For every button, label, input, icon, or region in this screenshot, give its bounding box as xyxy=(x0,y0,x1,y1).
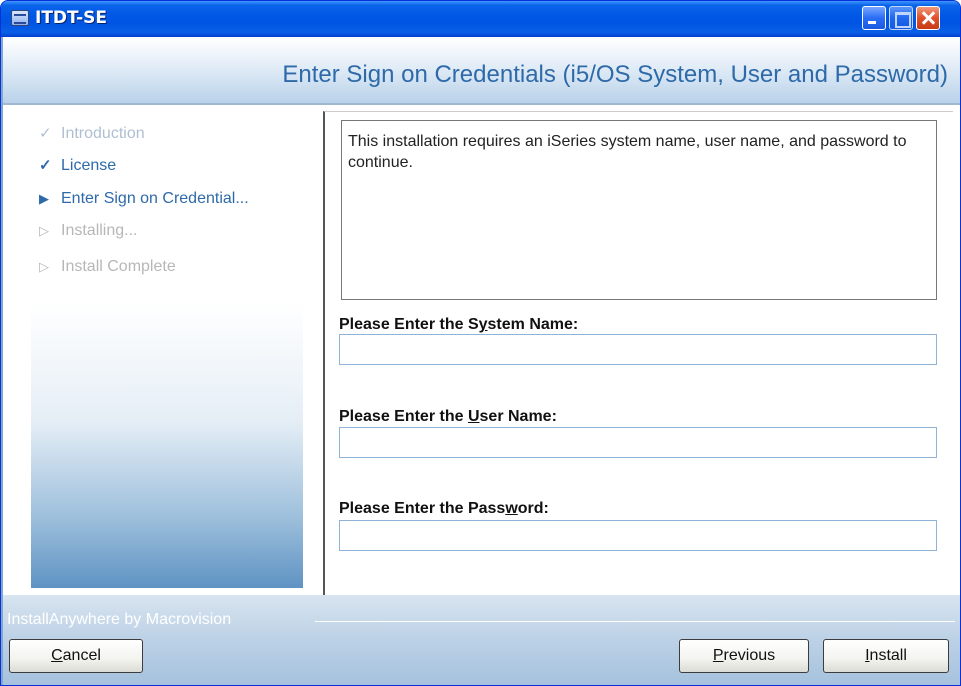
step-enter-sign-on-credentials: ▶ Enter Sign on Credential... xyxy=(39,190,249,212)
button-label: ancel xyxy=(62,647,101,664)
system-name-input[interactable] xyxy=(339,334,937,365)
step-label: Installing... xyxy=(61,222,138,239)
footer: InstallAnywhere by Macrovision Cancel Pr… xyxy=(3,595,960,685)
label-text: Please Enter the Pass xyxy=(339,500,506,517)
user-name-label: Please Enter the User Name: xyxy=(339,408,557,426)
label-text: stem Name: xyxy=(487,316,579,333)
button-label: revious xyxy=(723,647,776,664)
user-name-input[interactable] xyxy=(339,427,937,458)
step-label: Enter Sign on Credential... xyxy=(61,190,249,207)
app-icon xyxy=(11,10,29,26)
arrow-right-outline-icon: ▷ xyxy=(39,259,49,274)
mnemonic: C xyxy=(51,647,63,664)
info-text-box: This installation requires an iSeries sy… xyxy=(341,120,937,300)
header-band: Enter Sign on Credentials (i5/OS System,… xyxy=(3,37,960,103)
previous-button[interactable]: Previous xyxy=(679,639,809,673)
step-install-complete: ▷ Install Complete xyxy=(39,258,176,280)
system-name-label: Please Enter the System Name: xyxy=(339,316,578,334)
label-text: Please Enter the xyxy=(339,408,468,425)
close-button[interactable] xyxy=(916,6,940,30)
step-installing: ▷ Installing... xyxy=(39,222,137,244)
arrow-right-icon: ▶ xyxy=(39,191,49,206)
content-panel: This installation requires an iSeries sy… xyxy=(323,111,953,595)
label-text: ord: xyxy=(517,500,549,517)
installer-window: ITDT-SE Enter Sign on Credentials (i5/OS… xyxy=(0,0,961,686)
label-mnemonic: w xyxy=(505,500,518,517)
minimize-button[interactable] xyxy=(862,6,886,30)
page-title: Enter Sign on Credentials (i5/OS System,… xyxy=(282,61,948,88)
arrow-right-outline-icon: ▷ xyxy=(39,223,49,238)
step-introduction: ✓ Introduction xyxy=(39,124,145,146)
step-label: Install Complete xyxy=(61,258,176,275)
mnemonic: P xyxy=(712,647,724,664)
footer-divider xyxy=(315,621,955,622)
step-license: ✓ License xyxy=(39,156,116,178)
check-icon: ✓ xyxy=(39,157,52,174)
step-label: License xyxy=(61,157,117,174)
install-button[interactable]: Install xyxy=(823,639,949,673)
title-bar[interactable]: ITDT-SE xyxy=(1,1,960,37)
label-mnemonic: y xyxy=(478,316,488,333)
step-list: ✓ Introduction ✓ License ▶ Enter Sign on Cr… xyxy=(30,111,304,589)
maximize-button xyxy=(889,6,913,30)
password-input[interactable] xyxy=(339,520,937,551)
brand-label: InstallAnywhere by Macrovision xyxy=(7,611,232,628)
password-label: Please Enter the Password: xyxy=(339,500,549,518)
label-mnemonic: U xyxy=(467,408,480,425)
button-label: nstall xyxy=(869,647,907,664)
label-text: ser Name: xyxy=(479,408,557,425)
check-icon: ✓ xyxy=(39,125,52,142)
label-text: Please Enter the S xyxy=(339,316,479,333)
window-title: ITDT-SE xyxy=(35,8,108,28)
cancel-button[interactable]: Cancel xyxy=(9,639,143,673)
step-label: Introduction xyxy=(61,125,145,142)
